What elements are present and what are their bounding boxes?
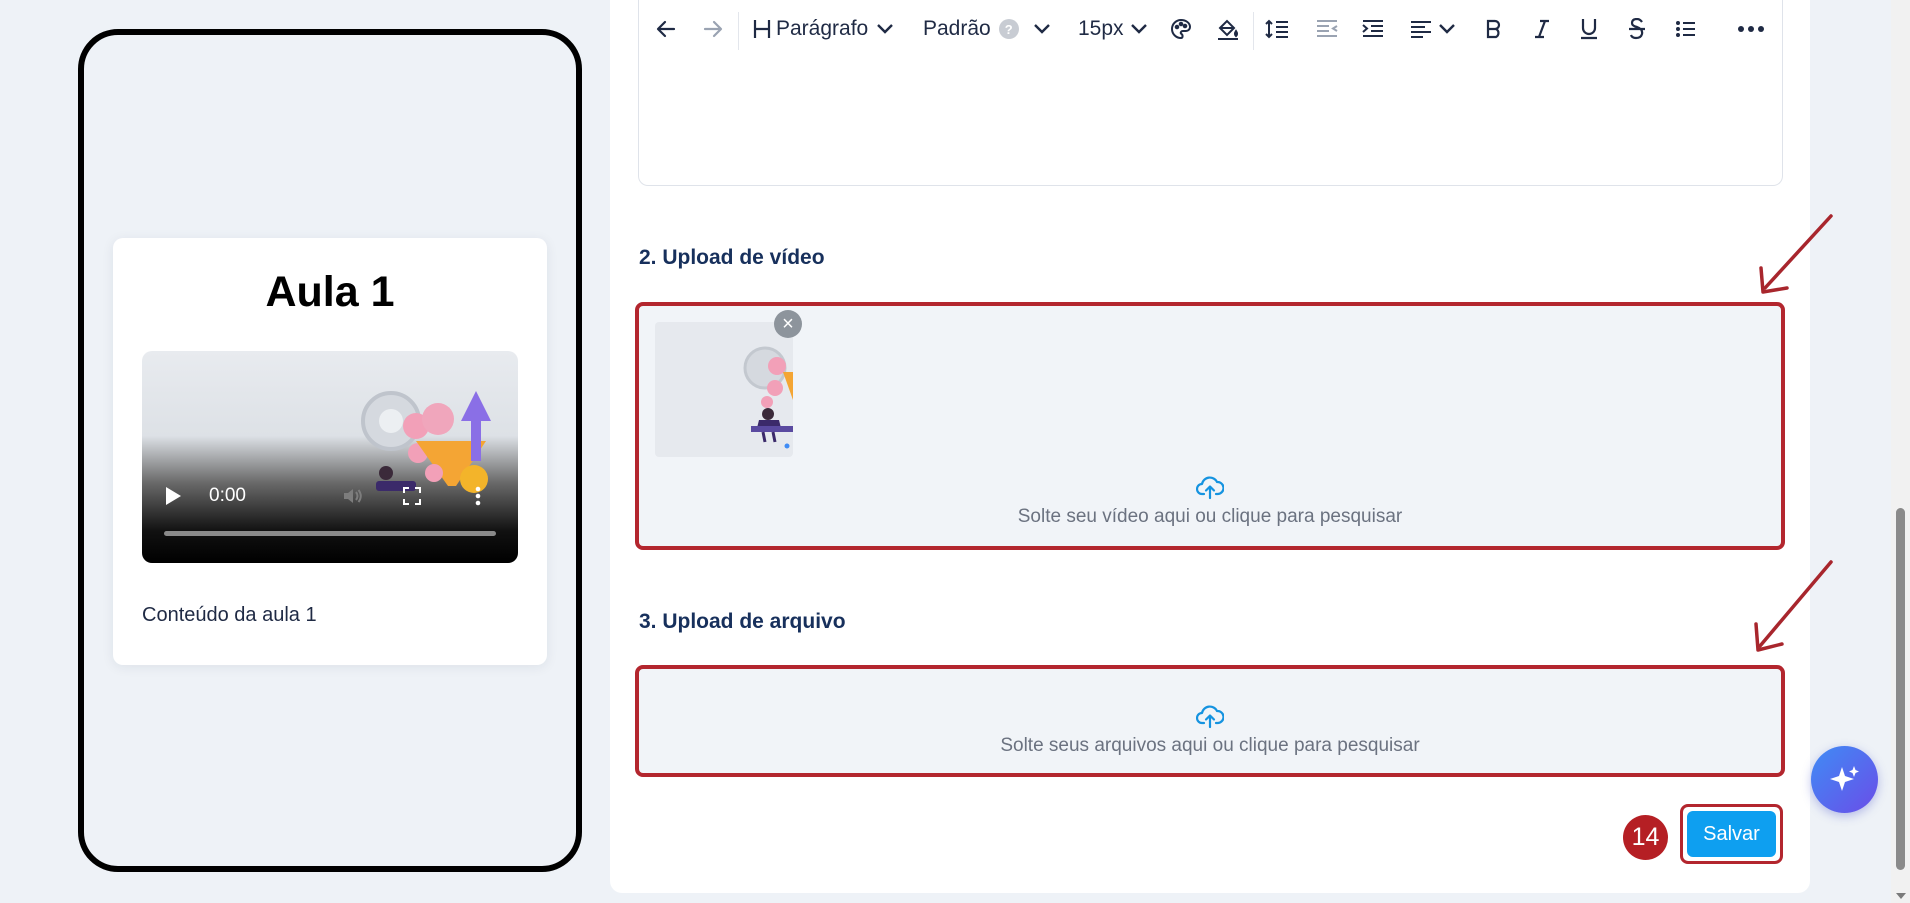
video-dropzone[interactable]: Solte seu vídeo aqui ou clique para pesq… bbox=[635, 302, 1785, 550]
style-dropdown-label: Padrão bbox=[923, 17, 991, 40]
fullscreen-icon[interactable] bbox=[397, 481, 427, 511]
lesson-content-text: Conteúdo da aula 1 bbox=[142, 604, 317, 626]
style-dropdown[interactable]: Padrão ? bbox=[923, 10, 1051, 48]
lesson-preview-card: Aula 1 0:00 Conteúdo da aula 1 bbox=[113, 238, 547, 665]
align-left-icon bbox=[1411, 21, 1431, 38]
font-size-dropdown[interactable]: 15px bbox=[1078, 10, 1148, 48]
chevron-down-icon bbox=[1439, 24, 1455, 34]
volume-icon[interactable] bbox=[338, 481, 368, 511]
uploaded-video-thumbnail bbox=[655, 322, 793, 457]
scrollbar-thumb[interactable] bbox=[1896, 508, 1905, 870]
heading-dropdown-label: Parágrafo bbox=[776, 17, 869, 40]
sparkle-icon bbox=[1829, 765, 1859, 791]
lesson-title: Aula 1 bbox=[265, 268, 395, 316]
outdent-icon[interactable] bbox=[1316, 10, 1338, 48]
redo-icon[interactable] bbox=[703, 10, 723, 48]
italic-icon[interactable] bbox=[1534, 10, 1550, 48]
strikethrough-icon[interactable] bbox=[1628, 10, 1646, 48]
align-dropdown[interactable] bbox=[1410, 10, 1456, 48]
more-tools-icon[interactable] bbox=[1738, 10, 1764, 48]
toolbar-divider bbox=[1253, 12, 1254, 50]
save-button[interactable]: Salvar bbox=[1687, 811, 1776, 857]
video-dropzone-text: Solte seu vídeo aqui ou clique para pesq… bbox=[1017, 506, 1403, 527]
video-player[interactable]: 0:00 bbox=[142, 351, 518, 563]
line-height-icon[interactable] bbox=[1265, 10, 1289, 48]
help-icon[interactable]: ? bbox=[998, 19, 1019, 39]
video-time: 0:00 bbox=[209, 485, 246, 506]
chevron-down-icon bbox=[1033, 24, 1050, 34]
page-scrollbar[interactable] bbox=[1891, 0, 1910, 903]
play-icon[interactable] bbox=[166, 487, 181, 505]
file-dropzone[interactable]: Solte seus arquivos aqui ou clique para … bbox=[635, 665, 1785, 777]
annotation-arrow-icon bbox=[1759, 214, 1833, 294]
highlight-color-icon[interactable] bbox=[1216, 10, 1240, 48]
cloud-upload-icon bbox=[1196, 705, 1224, 729]
font-size-label: 15px bbox=[1078, 17, 1124, 40]
file-upload-heading: 3. Upload de arquivo bbox=[639, 610, 846, 633]
annotation-arrow-icon bbox=[1754, 560, 1833, 652]
bullet-list-icon[interactable] bbox=[1676, 10, 1696, 48]
step-number-badge: 14 bbox=[1623, 815, 1668, 860]
heading-dropdown[interactable]: Parágrafo bbox=[752, 10, 894, 48]
video-thumbnail-illustration-icon bbox=[743, 346, 793, 449]
save-button-highlight: Salvar bbox=[1680, 804, 1783, 864]
toolbar-divider bbox=[738, 12, 739, 50]
scroll-down-arrow-icon[interactable] bbox=[1896, 893, 1906, 899]
underline-icon[interactable] bbox=[1580, 10, 1598, 48]
undo-icon[interactable] bbox=[656, 10, 676, 48]
cloud-upload-icon bbox=[1196, 476, 1224, 500]
chevron-down-icon bbox=[877, 24, 894, 34]
ai-assistant-button[interactable] bbox=[1811, 746, 1878, 813]
heading-icon bbox=[753, 20, 771, 38]
bold-icon[interactable] bbox=[1486, 10, 1502, 48]
more-options-icon[interactable] bbox=[463, 481, 493, 511]
indent-icon[interactable] bbox=[1362, 10, 1384, 48]
chevron-down-icon bbox=[1130, 24, 1147, 34]
remove-video-button[interactable]: × bbox=[774, 310, 802, 338]
video-upload-heading: 2. Upload de vídeo bbox=[639, 246, 825, 269]
video-progress-bar[interactable] bbox=[164, 531, 496, 536]
text-color-icon[interactable] bbox=[1170, 10, 1192, 48]
file-dropzone-text: Solte seus arquivos aqui ou clique para … bbox=[1000, 735, 1420, 756]
editor-toolbar: Parágrafo Padrão ? 15px bbox=[648, 10, 1778, 50]
